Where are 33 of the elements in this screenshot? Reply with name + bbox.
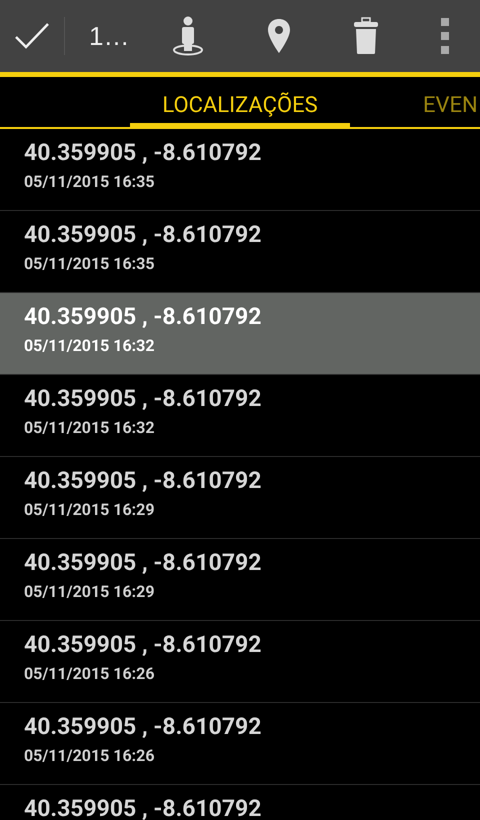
trash-icon[interactable] <box>352 17 379 55</box>
coordinates: 40.359905 , -8.610792 <box>24 631 262 658</box>
location-row[interactable]: 40.359905 , -8.610792 05/11/2015 16:32 <box>0 375 480 457</box>
overflow-menu-icon[interactable] <box>440 18 449 54</box>
timestamp: 05/11/2015 16:26 <box>24 664 156 683</box>
timestamp: 05/11/2015 16:35 <box>24 254 156 273</box>
checkmark-icon <box>14 21 50 51</box>
timestamp: 05/11/2015 16:35 <box>24 172 156 191</box>
timestamp: 05/11/2015 16:26 <box>24 746 156 765</box>
coordinates: 40.359905 , -8.610792 <box>24 549 262 576</box>
coordinates: 40.359905 , -8.610792 <box>24 467 262 494</box>
coordinates: 40.359905 , -8.610792 <box>24 139 262 166</box>
count-label[interactable]: 1… <box>65 0 140 72</box>
coordinates: 40.359905 , -8.610792 <box>24 303 262 330</box>
timestamp: 05/11/2015 16:29 <box>24 582 156 601</box>
location-row[interactable]: 40.359905 , -8.610792 05/11/2015 16:29 <box>0 457 480 539</box>
timestamp: 05/11/2015 16:32 <box>24 418 156 437</box>
map-pin-icon[interactable] <box>266 18 291 54</box>
tab[interactable]: EVEN <box>423 77 478 127</box>
location-row[interactable]: 40.359905 , -8.610792 05/11/2015 16:35 <box>0 129 480 211</box>
coordinates: 40.359905 , -8.610792 <box>24 385 262 412</box>
location-row[interactable]: 40.359905 , -8.610792 05/11/2015 16:29 <box>0 539 480 621</box>
location-row[interactable]: 40.359905 , -8.610792 05/11/2015 16:26 <box>0 621 480 703</box>
coordinates: 40.359905 , -8.610792 <box>24 713 262 740</box>
timestamp: 05/11/2015 16:29 <box>24 500 156 519</box>
coordinates: 40.359905 , -8.610792 <box>24 221 262 248</box>
tab[interactable]: LOCALIZAÇÕES <box>130 77 350 127</box>
location-row[interactable]: 40.359905 , -8.610792 05/11/2015 16:32 <box>0 293 480 375</box>
person-on-spot-icon[interactable] <box>170 16 205 56</box>
coordinates: 40.359905 , -8.610792 <box>24 795 262 820</box>
location-row[interactable]: 40.359905 , -8.610792 05/11/2015 16:26 <box>0 703 480 785</box>
timestamp: 05/11/2015 16:32 <box>24 336 156 355</box>
location-row[interactable]: 40.359905 , -8.610792 <box>0 785 480 820</box>
